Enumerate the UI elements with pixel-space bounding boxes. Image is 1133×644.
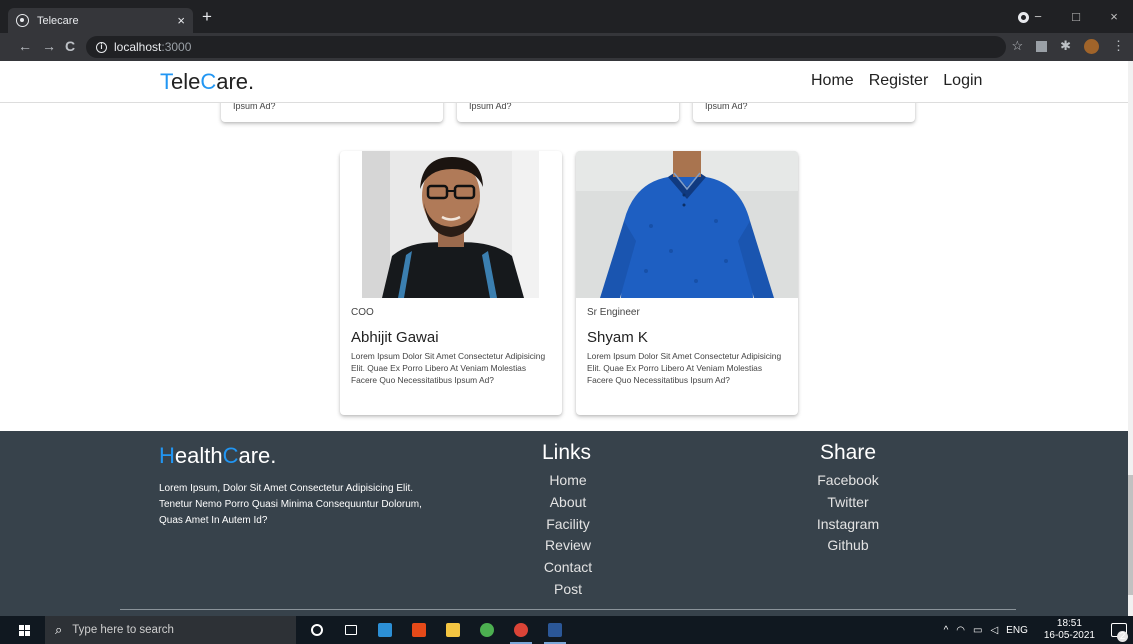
browser-tab[interactable]: Telecare × <box>8 8 193 33</box>
member-description: Lorem Ipsum Dolor Sit Amet Consectetur A… <box>587 351 782 386</box>
page-scrollbar[interactable] <box>1128 61 1133 616</box>
scrollbar-thumb[interactable] <box>1128 475 1133 595</box>
page-viewport: TeleCare. Home Register Login Ipsum Ad? … <box>0 61 1128 616</box>
footer-link-contact[interactable]: Contact <box>544 557 592 579</box>
forward-button[interactable]: → <box>42 38 56 54</box>
task-view-icon[interactable] <box>334 616 368 644</box>
team-card-body: Sr Engineer Shyam K Lorem Ipsum Dolor Si… <box>587 307 788 387</box>
footer-divider <box>120 609 1016 610</box>
site-logo[interactable]: TeleCare. <box>160 69 254 95</box>
clock-time: 18:51 <box>1056 618 1082 629</box>
nav-login[interactable]: Login <box>943 72 982 90</box>
person-photo-illustration <box>576 151 798 298</box>
file-explorer-icon[interactable] <box>436 616 470 644</box>
chrome-icon[interactable] <box>470 616 504 644</box>
footer-logo-accent-1: H <box>159 443 175 468</box>
footer-links-list: Home About Facility Review Contact Post <box>528 470 608 601</box>
tray-chevron-icon[interactable]: ^ <box>944 625 949 636</box>
toolbar-actions: ☆ ✱ ⋮ <box>1011 38 1125 54</box>
footer-link-review[interactable]: Review <box>545 535 591 557</box>
cortana-icon[interactable] <box>300 616 334 644</box>
volume-icon[interactable]: ◁ <box>990 625 998 636</box>
wifi-icon[interactable]: ◠ <box>956 625 965 636</box>
share-github-link[interactable]: Github <box>827 535 868 557</box>
system-tray: ^ ◠ ▭ ◁ ENG 18:51 16-05-2021 2 <box>940 616 1133 644</box>
footer-logo-text-1: ealth <box>174 443 223 468</box>
taskbar-search-placeholder: Type here to search <box>72 624 174 636</box>
member-name: Abhijit Gawai <box>351 329 439 346</box>
os-taskbar: ⌕ Type here to search ^ ◠ ▭ ◁ ENG 18:51 … <box>0 616 1133 644</box>
person-photo-illustration <box>362 151 539 298</box>
share-facebook-link[interactable]: Facebook <box>817 470 878 492</box>
new-tab-button[interactable]: + <box>202 8 212 26</box>
address-bar[interactable]: i localhost:3000 <box>86 36 1006 58</box>
member-role: Sr Engineer <box>587 307 640 318</box>
clock-date: 16-05-2021 <box>1043 630 1095 641</box>
url-port: :3000 <box>161 40 192 54</box>
language-indicator[interactable]: ENG <box>1006 625 1028 636</box>
close-window-button[interactable]: × <box>1095 9 1133 24</box>
tab-close-icon[interactable]: × <box>177 13 185 28</box>
team-member-photo <box>576 151 798 298</box>
footer-link-about[interactable]: About <box>550 492 587 514</box>
battery-icon[interactable]: ▭ <box>973 625 982 636</box>
share-twitter-link[interactable]: Twitter <box>827 492 868 514</box>
footer-share-list: Facebook Twitter Instagram Github <box>798 470 898 557</box>
browser-toolbar: ← → C i localhost:3000 ☆ ✱ ⋮ <box>0 33 1133 61</box>
team-member-photo <box>362 151 539 298</box>
browser-menu-icon[interactable]: ⋮ <box>1112 38 1125 54</box>
url-host: localhost <box>114 40 162 54</box>
footer-logo-text-2: are. <box>238 443 277 468</box>
taskbar-clock[interactable]: 18:51 16-05-2021 <box>1040 618 1099 642</box>
notification-center-icon[interactable]: 2 <box>1111 623 1128 642</box>
bookmark-star-icon[interactable]: ☆ <box>1011 38 1023 54</box>
footer-about-text: Lorem Ipsum, Dolor Sit Amet Consectetur … <box>159 483 422 526</box>
globe-icon <box>16 14 29 27</box>
user-avatar[interactable] <box>1084 38 1099 54</box>
team-card-body: COO Abhijit Gawai Lorem Ipsum Dolor Sit … <box>351 307 552 387</box>
member-role: COO <box>351 307 374 318</box>
main-nav: Home Register Login <box>811 72 982 90</box>
site-header: TeleCare. Home Register Login <box>0 61 1128 103</box>
search-icon: ⌕ <box>55 622 63 637</box>
chrome-profile-icon[interactable] <box>504 616 538 644</box>
taskbar-search[interactable]: ⌕ Type here to search <box>45 616 296 644</box>
word-icon[interactable] <box>538 616 572 644</box>
logo-first-letter: T <box>160 69 171 94</box>
nav-register[interactable]: Register <box>869 72 929 90</box>
team-card: COO Abhijit Gawai Lorem Ipsum Dolor Sit … <box>340 151 562 415</box>
logo-accent-letter: C <box>200 69 217 94</box>
footer-links-title: Links <box>542 441 592 464</box>
notification-count-badge: 2 <box>1117 631 1128 642</box>
footer-link-post[interactable]: Post <box>554 579 582 601</box>
browser-tab-strip: Telecare × + − □ × <box>0 0 1133 33</box>
footer-share-title: Share <box>820 441 877 464</box>
footer-link-facility[interactable]: Facility <box>546 514 590 536</box>
footer-link-home[interactable]: Home <box>549 470 586 492</box>
member-name: Shyam K <box>587 329 648 346</box>
minimize-button[interactable]: − <box>1019 9 1057 24</box>
nav-home[interactable]: Home <box>811 72 854 90</box>
team-card: Sr Engineer Shyam K Lorem Ipsum Dolor Si… <box>576 151 798 415</box>
taskbar-apps <box>300 616 572 644</box>
logo-text-mid: ele <box>171 69 201 94</box>
maximize-button[interactable]: □ <box>1057 9 1095 24</box>
site-footer: HealthCare. Lorem Ipsum, Dolor Sit Amet … <box>0 431 1128 616</box>
reload-button[interactable]: C <box>65 38 75 54</box>
window-controls: − □ × <box>1019 0 1133 33</box>
windows-start-icon[interactable] <box>19 625 30 636</box>
vscode-icon[interactable] <box>368 616 402 644</box>
share-instagram-link[interactable]: Instagram <box>817 514 879 536</box>
tab-title: Telecare <box>37 14 79 27</box>
info-icon[interactable]: i <box>96 41 107 53</box>
office-icon[interactable] <box>402 616 436 644</box>
footer-logo-accent-2: C <box>222 443 239 468</box>
member-description: Lorem Ipsum Dolor Sit Amet Consectetur A… <box>351 351 546 386</box>
extension-icon[interactable] <box>1036 40 1048 52</box>
footer-logo[interactable]: HealthCare. <box>159 443 276 469</box>
logo-text-rest: are. <box>216 69 255 94</box>
back-button[interactable]: ← <box>18 38 32 54</box>
extensions-puzzle-icon[interactable]: ✱ <box>1060 38 1071 54</box>
